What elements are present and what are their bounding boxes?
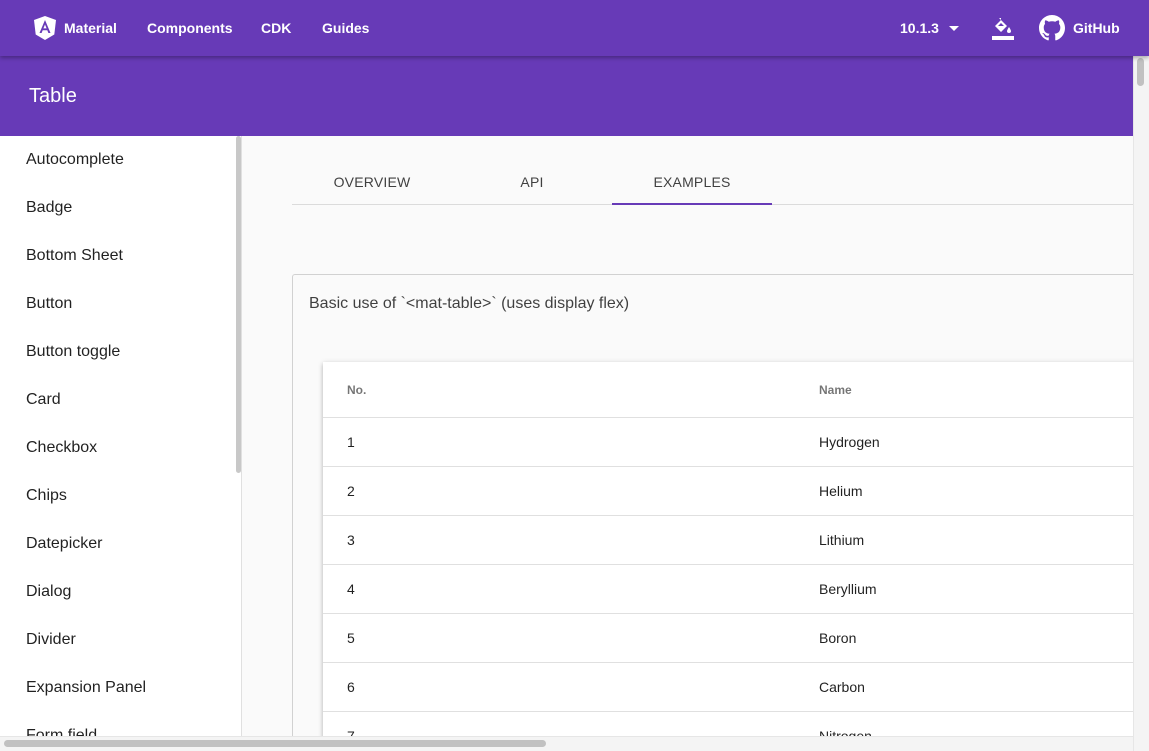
table-cell-no: 5 [347, 630, 355, 646]
angular-logo-icon [34, 16, 56, 40]
example-title: Basic use of `<mat-table>` (uses display… [309, 295, 630, 312]
sidebar-item-bottom-sheet[interactable]: Bottom Sheet [0, 232, 241, 280]
github-link[interactable]: GitHub [1039, 0, 1120, 56]
sidebar-item-autocomplete[interactable]: Autocomplete [0, 136, 241, 184]
table-cell-name: Nitrogen [819, 728, 872, 736]
example-card: Basic use of `<mat-table>` (uses display… [292, 274, 1133, 736]
table-cell-no: 7 [347, 728, 355, 736]
github-icon [1039, 15, 1065, 41]
format-color-fill-icon [992, 18, 1014, 40]
caret-down-icon [948, 25, 959, 31]
sidebar-item-chips[interactable]: Chips [0, 472, 241, 520]
nav-components-label: Components [147, 20, 233, 36]
brand-label: Material [64, 20, 117, 36]
horizontal-scrollbar-thumb[interactable] [4, 740, 546, 747]
tab-overview[interactable]: OVERVIEW [292, 160, 452, 204]
table-cell-name: Helium [819, 483, 863, 499]
tab-api[interactable]: API [452, 160, 612, 204]
table-cell-no: 3 [347, 532, 355, 548]
table-cell-name: Beryllium [819, 581, 877, 597]
github-label: GitHub [1073, 20, 1120, 36]
vertical-scrollbar-thumb[interactable] [1137, 58, 1144, 86]
nav-cdk-label: CDK [261, 20, 292, 36]
column-header-name: Name [819, 382, 852, 397]
table-cell-no: 2 [347, 483, 355, 499]
table-row: 4 Beryllium [323, 565, 1133, 614]
sidebar-item-expansion-panel[interactable]: Expansion Panel [0, 664, 241, 712]
sidebar-item-badge[interactable]: Badge [0, 184, 241, 232]
table-cell-name: Boron [819, 630, 857, 646]
nav-cdk[interactable]: CDK [261, 0, 291, 56]
table-row: 5 Boron [323, 614, 1133, 663]
component-sidebar: Autocomplete Badge Bottom Sheet Button B… [0, 136, 242, 751]
sidebar-item-datepicker[interactable]: Datepicker [0, 520, 241, 568]
vertical-scrollbar-track[interactable] [1133, 56, 1149, 751]
nav-components[interactable]: Components [147, 0, 233, 56]
table-row: 1 Hydrogen [323, 418, 1133, 467]
table-row: 6 Carbon [323, 663, 1133, 712]
table-cell-no: 6 [347, 679, 355, 695]
data-table: No. Name 1 Hydrogen 2 Helium 3 Lithium 4… [323, 362, 1133, 736]
version-label: 10.1.3 [900, 20, 939, 36]
theme-picker-button[interactable] [990, 0, 1016, 56]
sidebar-scrollbar[interactable] [236, 136, 241, 473]
version-picker[interactable]: 10.1.3 [900, 0, 959, 56]
page-title: Table [29, 84, 77, 107]
page-header: Table [0, 56, 1133, 136]
table-row: 7 Nitrogen [323, 712, 1133, 736]
material-home-link[interactable]: Material [34, 0, 117, 56]
nav-guides[interactable]: Guides [322, 0, 369, 56]
sidebar-item-divider[interactable]: Divider [0, 616, 241, 664]
doc-tabs: OVERVIEW API EXAMPLES [292, 160, 1133, 205]
top-toolbar: Material Components CDK Guides 10.1.3 Gi… [0, 0, 1149, 56]
table-cell-name: Lithium [819, 532, 865, 548]
sidebar-item-checkbox[interactable]: Checkbox [0, 424, 241, 472]
sidebar-item-dialog[interactable]: Dialog [0, 568, 241, 616]
sidebar-item-button[interactable]: Button [0, 280, 241, 328]
table-header-row: No. Name [323, 362, 1133, 418]
table-row: 2 Helium [323, 467, 1133, 516]
column-header-no: No. [347, 382, 367, 397]
table-cell-no: 4 [347, 581, 355, 597]
table-cell-name: Carbon [819, 679, 865, 695]
tab-examples[interactable]: EXAMPLES [612, 160, 772, 205]
sidebar-item-button-toggle[interactable]: Button toggle [0, 328, 241, 376]
nav-guides-label: Guides [322, 20, 370, 36]
table-cell-no: 1 [347, 434, 355, 450]
sidebar-item-card[interactable]: Card [0, 376, 241, 424]
table-cell-name: Hydrogen [819, 434, 880, 450]
main-content: OVERVIEW API EXAMPLES Basic use of `<mat… [242, 136, 1133, 736]
table-row: 3 Lithium [323, 516, 1133, 565]
